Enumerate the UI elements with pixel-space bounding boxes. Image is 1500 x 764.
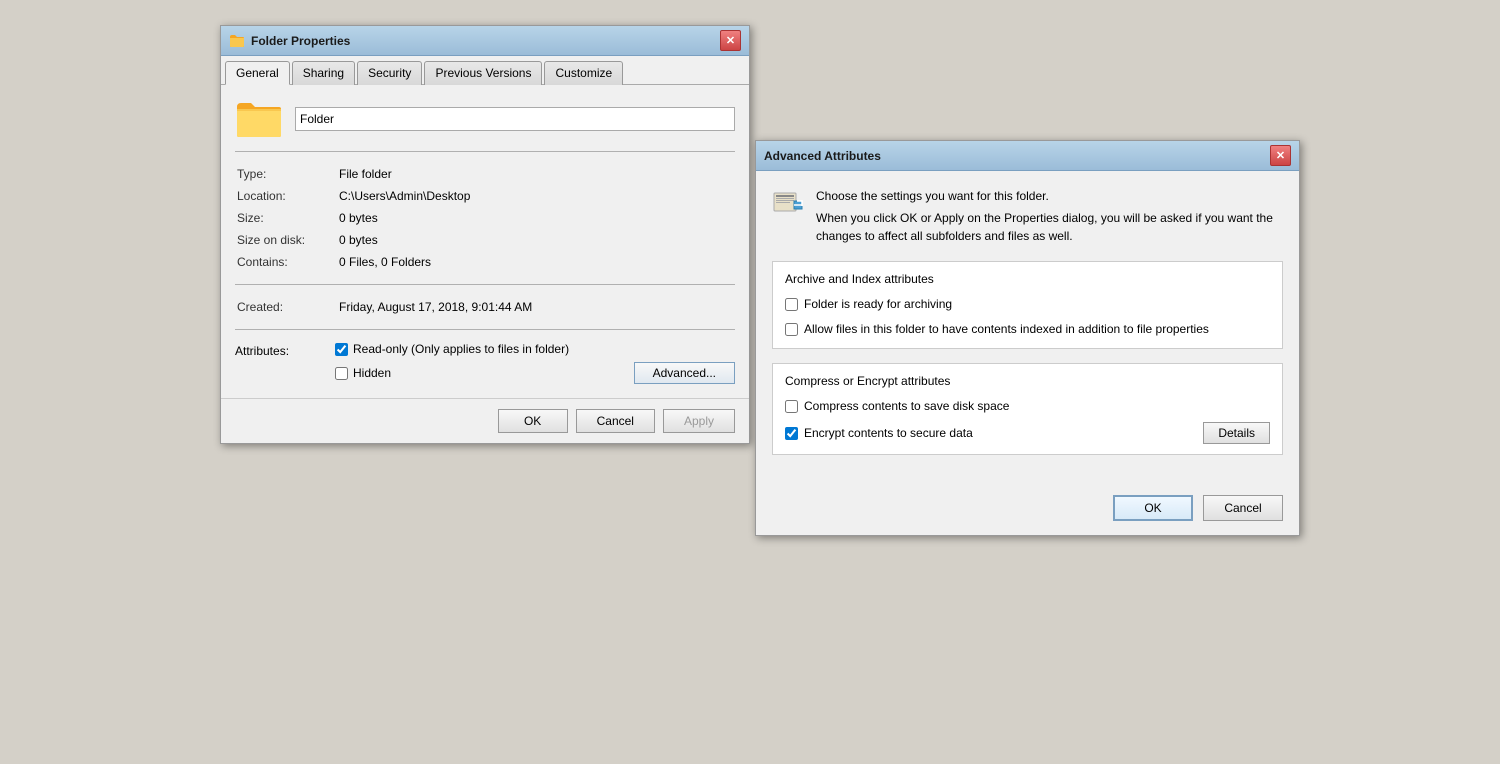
prop-location: Location: C:\Users\Admin\Desktop <box>237 186 733 206</box>
folder-titlebar-icon <box>229 33 245 49</box>
adv-header-text: Choose the settings you want for this fo… <box>816 187 1283 245</box>
advanced-attrs-titlebar: Advanced Attributes ✕ <box>756 141 1299 171</box>
archive-check-item-1: Folder is ready for archiving <box>785 296 1270 313</box>
readonly-row: Read-only (Only applies to files in fold… <box>335 342 735 356</box>
prop-size: Size: 0 bytes <box>237 208 733 228</box>
folder-header <box>235 99 735 139</box>
details-button[interactable]: Details <box>1203 422 1270 444</box>
prop-contains-value: 0 Files, 0 Folders <box>339 252 733 272</box>
tab-security[interactable]: Security <box>357 61 422 85</box>
prop-type: Type: File folder <box>237 164 733 184</box>
adv-folder-icon <box>772 187 804 219</box>
hidden-checkbox[interactable] <box>335 367 348 380</box>
advanced-attrs-button-bar: OK Cancel <box>756 485 1299 535</box>
archive-label-1[interactable]: Folder is ready for archiving <box>804 296 952 313</box>
archive-section-title: Archive and Index attributes <box>785 272 1270 286</box>
ok-button[interactable]: OK <box>498 409 568 433</box>
adv-ok-button[interactable]: OK <box>1113 495 1193 521</box>
adv-header-line2: When you click OK or Apply on the Proper… <box>816 209 1283 245</box>
tab-general[interactable]: General <box>225 61 290 85</box>
archive-checkbox[interactable] <box>785 298 798 311</box>
prop-type-label: Type: <box>237 164 337 184</box>
advanced-attrs-close[interactable]: ✕ <box>1270 145 1291 166</box>
folder-props-titlebar: Folder Properties ✕ <box>221 26 749 56</box>
prop-location-label: Location: <box>237 186 337 206</box>
encrypt-check-item: Encrypt contents to secure data Details <box>785 422 1270 444</box>
prop-size-on-disk: Size on disk: 0 bytes <box>237 230 733 250</box>
attributes-label: Attributes: <box>235 342 335 358</box>
compress-section-title: Compress or Encrypt attributes <box>785 374 1270 388</box>
hidden-row: Hidden Advanced... <box>335 362 735 384</box>
prop-created-value: Friday, August 17, 2018, 9:01:44 AM <box>339 297 733 317</box>
prop-contains: Contains: 0 Files, 0 Folders <box>237 252 733 272</box>
prop-created: Created: Friday, August 17, 2018, 9:01:4… <box>237 297 733 317</box>
encrypt-label[interactable]: Encrypt contents to secure data <box>804 425 1203 442</box>
folder-properties-window: Folder Properties ✕ General Sharing Secu… <box>220 25 750 444</box>
tab-previous-versions[interactable]: Previous Versions <box>424 61 542 85</box>
tabs-container: General Sharing Security Previous Versio… <box>221 56 749 85</box>
advanced-attributes-window: Advanced Attributes ✕ Choose the setting… <box>755 140 1300 536</box>
index-checkbox[interactable] <box>785 323 798 336</box>
attributes-section: Attributes: Read-only (Only applies to f… <box>235 342 735 384</box>
advanced-button[interactable]: Advanced... <box>634 362 735 384</box>
archive-section: Archive and Index attributes Folder is r… <box>772 261 1283 349</box>
prop-size-value: 0 bytes <box>339 208 733 228</box>
prop-created-label: Created: <box>237 297 337 317</box>
archive-check-item-2: Allow files in this folder to have conte… <box>785 321 1270 338</box>
compress-check-item: Compress contents to save disk space <box>785 398 1270 415</box>
adv-cancel-button[interactable]: Cancel <box>1203 495 1283 521</box>
folder-large-icon <box>235 99 283 139</box>
folder-props-content: Type: File folder Location: C:\Users\Adm… <box>221 85 749 398</box>
tab-sharing[interactable]: Sharing <box>292 61 355 85</box>
prop-size-label: Size: <box>237 208 337 228</box>
prop-contains-label: Contains: <box>237 252 337 272</box>
adv-header: Choose the settings you want for this fo… <box>772 187 1283 245</box>
properties-table: Type: File folder Location: C:\Users\Adm… <box>235 162 735 274</box>
hidden-label[interactable]: Hidden <box>353 366 391 380</box>
prop-size-disk-label: Size on disk: <box>237 230 337 250</box>
prop-type-value: File folder <box>339 164 733 184</box>
compress-label[interactable]: Compress contents to save disk space <box>804 398 1009 415</box>
advanced-attrs-title: Advanced Attributes <box>764 149 1270 163</box>
compress-checkbox[interactable] <box>785 400 798 413</box>
readonly-label[interactable]: Read-only (Only applies to files in fold… <box>353 342 569 356</box>
folder-props-title: Folder Properties <box>251 34 720 48</box>
hidden-check-group: Hidden <box>335 366 634 380</box>
folder-name-input[interactable] <box>295 107 735 131</box>
readonly-checkbox[interactable] <box>335 343 348 356</box>
prop-size-disk-value: 0 bytes <box>339 230 733 250</box>
encrypt-checkbox[interactable] <box>785 427 798 440</box>
created-table: Created: Friday, August 17, 2018, 9:01:4… <box>235 295 735 319</box>
adv-header-line1: Choose the settings you want for this fo… <box>816 187 1283 205</box>
prop-location-value: C:\Users\Admin\Desktop <box>339 186 733 206</box>
compress-section: Compress or Encrypt attributes Compress … <box>772 363 1283 456</box>
apply-button[interactable]: Apply <box>663 409 735 433</box>
attributes-controls: Read-only (Only applies to files in fold… <box>335 342 735 384</box>
folder-props-close[interactable]: ✕ <box>720 30 741 51</box>
archive-label-2[interactable]: Allow files in this folder to have conte… <box>804 321 1209 338</box>
cancel-button[interactable]: Cancel <box>576 409 655 433</box>
tab-customize[interactable]: Customize <box>544 61 623 85</box>
advanced-attrs-content: Choose the settings you want for this fo… <box>756 171 1299 485</box>
folder-props-button-bar: OK Cancel Apply <box>221 398 749 443</box>
